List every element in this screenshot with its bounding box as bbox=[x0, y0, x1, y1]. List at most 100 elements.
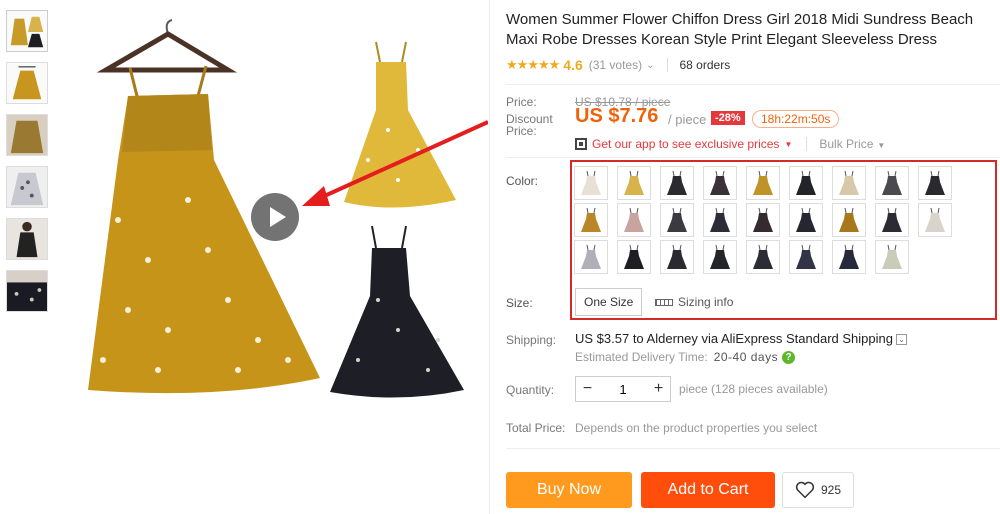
color-swatch[interactable] bbox=[660, 166, 694, 200]
votes-count[interactable]: (31 votes) bbox=[589, 58, 642, 72]
quantity-decrease-button[interactable]: − bbox=[576, 380, 599, 398]
color-label: Color: bbox=[506, 174, 539, 188]
color-swatch[interactable] bbox=[918, 166, 952, 200]
quantity-availability: piece (128 pieces available) bbox=[679, 382, 828, 396]
color-swatch[interactable] bbox=[574, 203, 608, 237]
ruler-icon bbox=[655, 298, 673, 306]
main-product-image[interactable] bbox=[58, 0, 488, 430]
color-swatch[interactable] bbox=[746, 166, 780, 200]
color-swatch[interactable] bbox=[875, 240, 909, 274]
color-swatch[interactable] bbox=[617, 203, 651, 237]
color-swatch[interactable] bbox=[789, 166, 823, 200]
sizing-info-link[interactable]: Sizing info bbox=[655, 295, 733, 309]
color-swatch[interactable] bbox=[789, 240, 823, 274]
color-swatch[interactable] bbox=[832, 203, 866, 237]
dress-swatch-image bbox=[710, 170, 730, 195]
dress-swatch-image bbox=[710, 207, 730, 232]
app-price-link[interactable]: Get our app to see exclusive prices bbox=[592, 137, 779, 151]
dress-swatch-image bbox=[796, 207, 816, 232]
dress-swatch-image bbox=[581, 170, 601, 195]
shipping-text: US $3.57 to Alderney via AliExpress Stan… bbox=[575, 331, 893, 346]
dress-yellow-closeup-image bbox=[7, 115, 47, 155]
orders-count: 68 orders bbox=[679, 58, 731, 72]
delivery-time: Estimated Delivery Time: 20-40 days? bbox=[575, 350, 796, 365]
dress-swatch-image bbox=[710, 244, 730, 269]
shipping-dropdown-icon[interactable]: ⌄ bbox=[895, 334, 907, 346]
quantity-increase-button[interactable]: + bbox=[647, 380, 670, 398]
color-swatch[interactable] bbox=[574, 166, 608, 200]
add-to-cart-button[interactable]: Add to Cart bbox=[641, 472, 775, 508]
color-swatch[interactable] bbox=[875, 203, 909, 237]
thumbnail-3[interactable] bbox=[6, 114, 48, 156]
per-piece-label: / piece bbox=[668, 112, 707, 127]
size-label: Size: bbox=[506, 296, 533, 310]
chevron-down-icon[interactable]: ⌄ bbox=[646, 60, 654, 71]
quantity-stepper: − + bbox=[575, 376, 671, 402]
help-icon[interactable]: ? bbox=[782, 351, 796, 365]
color-swatch[interactable] bbox=[660, 203, 694, 237]
size-option-one-size[interactable]: One Size bbox=[575, 288, 643, 316]
thumbnail-2[interactable] bbox=[6, 62, 48, 104]
quantity-input[interactable] bbox=[599, 381, 647, 397]
vertical-divider bbox=[489, 0, 490, 514]
delivery-label: Estimated Delivery Time: bbox=[575, 350, 708, 364]
color-swatch[interactable] bbox=[703, 203, 737, 237]
app-promo-row: Get our app to see exclusive prices ▼ Bu… bbox=[575, 137, 885, 151]
dress-swatch-image bbox=[624, 170, 644, 195]
color-swatch[interactable] bbox=[703, 166, 737, 200]
thumbnail-5[interactable] bbox=[6, 218, 48, 260]
dress-swatch-image bbox=[925, 170, 945, 195]
rating-divider bbox=[666, 58, 668, 72]
total-price-text: Depends on the product properties you se… bbox=[575, 421, 818, 435]
star-rating-icons: ★★★★★ bbox=[506, 57, 560, 72]
bulk-price-link[interactable]: Bulk Price ▼ bbox=[806, 137, 885, 151]
dress-swatch-image bbox=[624, 244, 644, 269]
dress-white-floral-image bbox=[7, 167, 47, 207]
thumbnail-list bbox=[6, 10, 50, 322]
buy-now-button[interactable]: Buy Now bbox=[506, 472, 632, 508]
thumbnail-1[interactable] bbox=[6, 10, 48, 52]
color-swatch[interactable] bbox=[660, 240, 694, 274]
discount-badge: -28% bbox=[711, 111, 745, 125]
color-swatch[interactable] bbox=[617, 240, 651, 274]
dress-swatch-image bbox=[925, 207, 945, 232]
color-swatch[interactable] bbox=[703, 240, 737, 274]
rating-row: ★★★★★ 4.6 (31 votes) ⌄ 68 orders bbox=[506, 56, 1000, 74]
dress-yellow-black-image bbox=[7, 11, 47, 51]
quantity-row: Quantity: − + piece (128 pieces availabl… bbox=[506, 374, 1000, 418]
wishlist-button[interactable]: 925 bbox=[782, 472, 854, 508]
caret-down-icon: ▼ bbox=[877, 141, 886, 150]
dress-swatch-image bbox=[667, 207, 687, 232]
price-block: Price: US $10.78 / piece Discount Price:… bbox=[506, 85, 1000, 155]
dress-swatch-image bbox=[753, 244, 773, 269]
shipping-row: Shipping: US $3.57 to Alderney via AliEx… bbox=[506, 328, 1000, 374]
product-info-panel: Women Summer Flower Chiffon Dress Girl 2… bbox=[506, 0, 1000, 508]
dress-swatch-image bbox=[796, 170, 816, 195]
dress-swatch-image bbox=[882, 170, 902, 195]
caret-down-icon[interactable]: ▼ bbox=[784, 140, 792, 149]
shipping-info: US $3.57 to Alderney via AliExpress Stan… bbox=[575, 331, 907, 346]
color-swatch[interactable] bbox=[746, 240, 780, 274]
dress-yellow-hanger-image bbox=[7, 63, 47, 103]
play-icon[interactable] bbox=[251, 193, 299, 241]
color-swatch[interactable] bbox=[789, 203, 823, 237]
color-swatch[interactable] bbox=[875, 166, 909, 200]
options-block: Color: Size: One Size Sizing info bbox=[506, 158, 1000, 328]
color-swatch[interactable] bbox=[746, 203, 780, 237]
color-swatch[interactable] bbox=[832, 240, 866, 274]
color-swatch[interactable] bbox=[574, 240, 608, 274]
thumbnail-6[interactable] bbox=[6, 270, 48, 312]
wishlist-count: 925 bbox=[820, 483, 842, 497]
countdown-timer: 18h:22m:50s bbox=[752, 110, 840, 128]
shipping-label: Shipping: bbox=[506, 333, 557, 347]
thumbnail-4[interactable] bbox=[6, 166, 48, 208]
quantity-label: Quantity: bbox=[506, 383, 555, 397]
delivery-value: 20-40 days bbox=[713, 350, 779, 364]
color-swatch[interactable] bbox=[617, 166, 651, 200]
color-swatch[interactable] bbox=[832, 166, 866, 200]
model-black-dress-image bbox=[7, 219, 47, 259]
color-swatch[interactable] bbox=[918, 203, 952, 237]
dress-swatch-image bbox=[667, 170, 687, 195]
dress-swatch-image bbox=[624, 207, 644, 232]
qr-code-icon bbox=[575, 138, 587, 150]
